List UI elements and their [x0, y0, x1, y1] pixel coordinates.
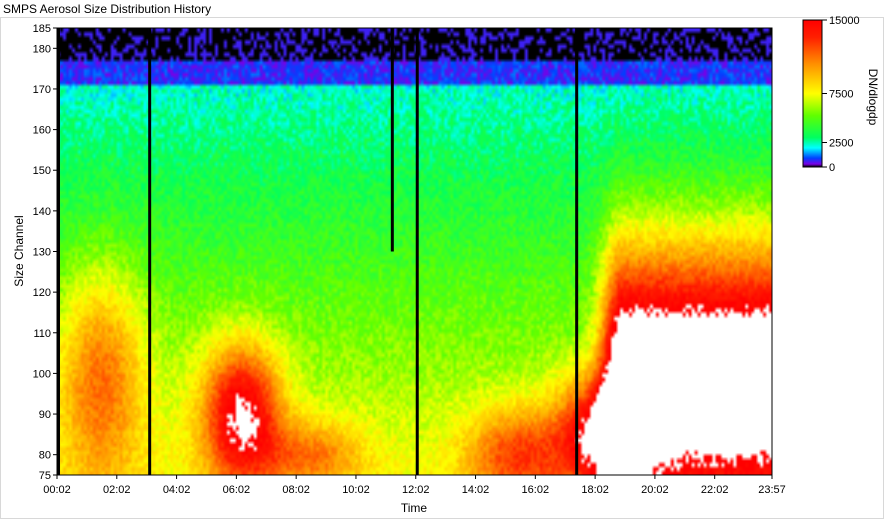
- colorbar-tick-label: 7500: [829, 89, 853, 101]
- x-tick-label: 16:02: [522, 484, 550, 496]
- y-tick-label: 170: [33, 84, 51, 96]
- x-tick-label: 12:02: [402, 484, 430, 496]
- y-tick-label: 80: [39, 450, 51, 462]
- heatmap: [57, 28, 772, 475]
- colorbar-tick-label: 0: [829, 162, 835, 174]
- x-tick-label: 18:02: [581, 484, 609, 496]
- x-tick-label: 06:02: [223, 484, 251, 496]
- x-tick-label: 02:02: [103, 484, 131, 496]
- y-tick-label: 150: [33, 165, 51, 177]
- y-axis-title: Size Channel: [12, 215, 26, 286]
- x-tick-label: 04:02: [163, 484, 191, 496]
- x-axis-title: Time: [401, 501, 428, 515]
- x-tick-label: 00:02: [43, 484, 71, 496]
- y-tick-label: 140: [33, 206, 51, 218]
- x-tick-label: 22:02: [701, 484, 729, 496]
- x-tick-label: 08:02: [282, 484, 310, 496]
- colorbar-label: DN/dlogdp: [866, 69, 880, 126]
- x-tick-label: 14:02: [462, 484, 490, 496]
- y-tick-label: 180: [33, 43, 51, 55]
- x-tick-label: 23:57: [758, 484, 786, 496]
- x-tick-label: 10:02: [342, 484, 370, 496]
- y-tick-label: 110: [33, 328, 51, 340]
- y-axis: 75 80 90 100 110 120 130 140 150 160 170 180 185: [33, 23, 57, 482]
- y-tick-label: 160: [33, 125, 51, 137]
- y-tick-label: 100: [33, 368, 51, 380]
- colorbar-tick-label: 2500: [829, 138, 853, 150]
- chart: 75 80 90 100 110 120 130 140 150 160 170 180 185 00:…: [0, 15, 884, 519]
- x-axis: 00:02 02:02 04:02 06:02 08:02 10:02 12:02 14:02…: [43, 475, 786, 496]
- y-tick-label: 185: [33, 23, 51, 35]
- colorbar-ticks: 0 2500 7500 15000: [822, 15, 860, 174]
- colorbar: [802, 19, 823, 168]
- x-tick-label: 20:02: [641, 484, 669, 496]
- y-tick-label: 75: [39, 470, 51, 482]
- colorbar-tick-label: 15000: [829, 15, 860, 27]
- y-tick-label: 130: [33, 247, 51, 259]
- y-tick-label: 90: [39, 409, 51, 421]
- heatmap-image: [57, 28, 772, 475]
- y-tick-label: 120: [33, 287, 51, 299]
